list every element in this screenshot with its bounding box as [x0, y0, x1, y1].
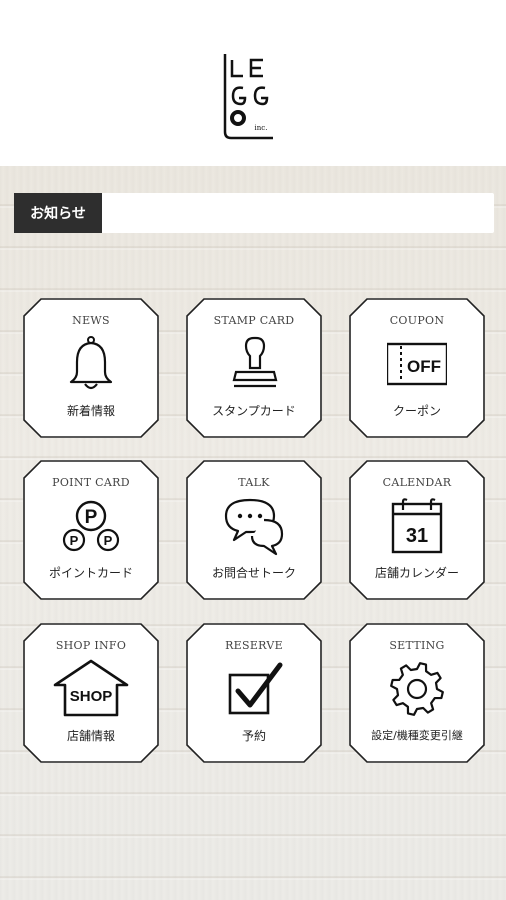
- tile-title: POINT CARD: [52, 476, 130, 489]
- tile-title: COUPON: [389, 314, 445, 327]
- app-header: inc.: [0, 0, 506, 166]
- checkbox-icon: [224, 659, 284, 719]
- menu-tile-reserve[interactable]: RESERVE 予約: [186, 623, 322, 763]
- tile-label: 予約: [241, 729, 266, 743]
- tile-label: 店舗情報: [66, 729, 115, 743]
- tile-title: NEWS: [72, 314, 110, 327]
- tile-label: 新着情報: [66, 404, 115, 418]
- tile-title: STAMP CARD: [213, 314, 295, 327]
- tile-label: 店舗カレンダー: [374, 566, 459, 580]
- calendar-icon: 31: [387, 496, 447, 556]
- svg-text:OFF: OFF: [407, 357, 441, 376]
- menu-tile-calendar[interactable]: CALENDAR 31 店舗カレンダー: [349, 460, 485, 600]
- menu-tile-point-card[interactable]: POINT CARD P P P ポイントカード: [23, 460, 159, 600]
- tile-title: CALENDAR: [382, 476, 452, 489]
- tile-title: SETTING: [389, 639, 445, 652]
- menu-tile-setting[interactable]: SETTING 設定/機種変更引継: [349, 623, 485, 763]
- svg-text:P: P: [104, 533, 113, 548]
- tile-label: クーポン: [392, 404, 441, 418]
- tile-title: RESERVE: [225, 639, 283, 652]
- notice-bar[interactable]: お知らせ: [14, 193, 494, 233]
- tile-label: 設定/機種変更引継: [371, 729, 463, 742]
- menu-tile-shop-info[interactable]: SHOP INFO SHOP 店舗情報: [23, 623, 159, 763]
- notice-label: お知らせ: [14, 193, 102, 233]
- tile-label: スタンプカード: [212, 404, 296, 418]
- svg-text:SHOP: SHOP: [70, 688, 113, 705]
- svg-text:P: P: [85, 507, 98, 528]
- chat-bubbles-icon: [224, 496, 284, 556]
- svg-text:P: P: [70, 533, 79, 548]
- shop-icon: SHOP: [61, 659, 121, 719]
- stamp-icon: [224, 334, 284, 394]
- svg-text:31: 31: [406, 525, 428, 547]
- bell-icon: [61, 334, 121, 394]
- menu-tile-stamp-card[interactable]: STAMP CARD スタンプカード: [186, 298, 322, 438]
- menu-tile-talk[interactable]: TALK お問合せトーク: [186, 460, 322, 600]
- menu-tile-news[interactable]: NEWS 新着情報: [23, 298, 159, 438]
- menu-tile-coupon[interactable]: COUPON OFF クーポン: [349, 298, 485, 438]
- tile-label: ポイントカード: [48, 566, 133, 580]
- tile-title: TALK: [238, 476, 270, 489]
- leggo-logo: inc.: [223, 54, 273, 140]
- svg-text:inc.: inc.: [255, 124, 268, 132]
- tile-label: お問合せトーク: [211, 566, 296, 580]
- tile-title: SHOP INFO: [55, 639, 127, 652]
- coupon-icon: OFF: [387, 334, 447, 394]
- gear-icon: [387, 659, 447, 719]
- points-icon: P P P: [61, 496, 121, 556]
